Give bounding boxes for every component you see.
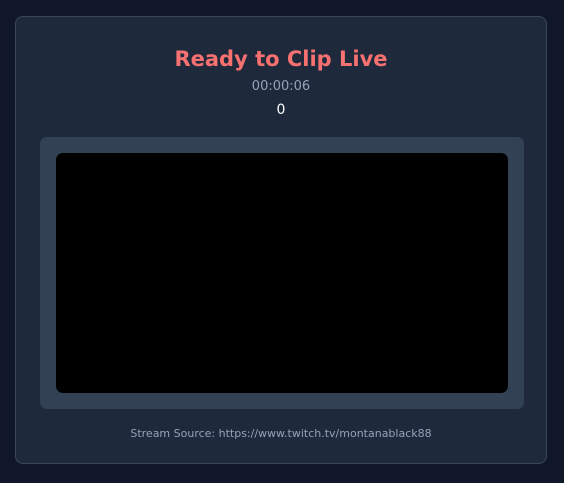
elapsed-timer: 00:00:06 (251, 79, 311, 94)
video-player[interactable] (56, 153, 508, 393)
clip-counter: 0 (276, 102, 286, 118)
clip-card: Ready to Clip Live 00:00:06 0 Stream Sou… (15, 16, 547, 464)
video-player-frame (40, 137, 524, 409)
stream-source-label: Stream Source: https://www.twitch.tv/mon… (130, 427, 432, 440)
status-title: Ready to Clip Live (174, 47, 388, 71)
